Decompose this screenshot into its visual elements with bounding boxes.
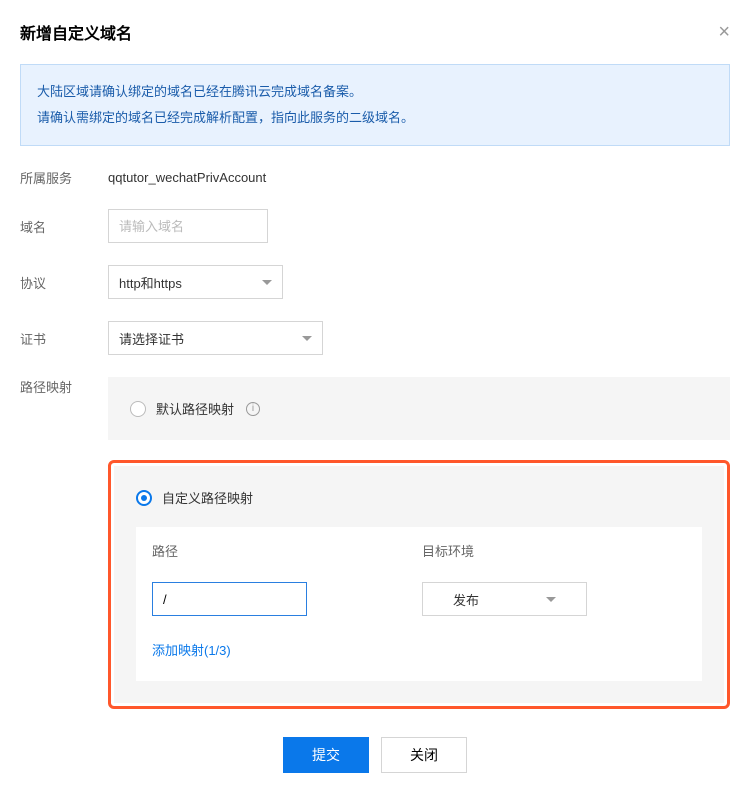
cert-select-value: 请选择证书 — [119, 329, 184, 348]
path-input[interactable] — [152, 582, 307, 616]
close-icon[interactable]: × — [718, 22, 730, 42]
protocol-select[interactable]: http和https — [108, 265, 283, 299]
label-path-mapping: 路径映射 — [20, 377, 108, 396]
mapping-table-head: 路径 目标环境 — [136, 527, 702, 574]
radio-default-label: 默认路径映射 — [156, 399, 234, 418]
chevron-down-icon — [302, 336, 312, 341]
notice-line-1: 大陆区域请确认绑定的域名已经在腾讯云完成域名备案。 — [37, 79, 713, 105]
col-env-header: 目标环境 — [422, 541, 686, 560]
mapping-table: 路径 目标环境 发布 — [136, 527, 702, 681]
label-cert: 证书 — [20, 329, 108, 348]
row-protocol: 协议 http和https — [20, 265, 730, 299]
add-mapping-row: 添加映射(1/3) — [136, 630, 702, 681]
col-path-header: 路径 — [152, 541, 422, 560]
protocol-select-value: http和https — [119, 273, 182, 292]
submit-button[interactable]: 提交 — [283, 737, 369, 773]
label-domain: 域名 — [20, 217, 108, 236]
label-service: 所属服务 — [20, 168, 108, 187]
radio-default-mapping[interactable] — [130, 401, 146, 417]
radio-custom-label: 自定义路径映射 — [162, 488, 253, 507]
dialog-title: 新增自定义域名 — [20, 20, 132, 44]
row-cert: 证书 请选择证书 — [20, 321, 730, 355]
dialog-footer: 提交 关闭 — [20, 737, 730, 773]
env-select[interactable]: 发布 — [422, 582, 587, 616]
close-button[interactable]: 关闭 — [381, 737, 467, 773]
chevron-down-icon — [262, 280, 272, 285]
value-service: qqtutor_wechatPrivAccount — [108, 170, 266, 185]
radio-custom-mapping[interactable] — [136, 490, 152, 506]
notice-line-2: 请确认需绑定的域名已经完成解析配置，指向此服务的二级域名。 — [37, 105, 713, 131]
default-mapping-radio-row[interactable]: 默认路径映射 i — [130, 399, 708, 418]
dialog-header: 新增自定义域名 × — [20, 20, 730, 44]
mapping-table-row: 发布 — [136, 574, 702, 630]
row-service: 所属服务 qqtutor_wechatPrivAccount — [20, 168, 730, 187]
dialog: 新增自定义域名 × 大陆区域请确认绑定的域名已经在腾讯云完成域名备案。 请确认需… — [0, 0, 750, 793]
env-select-value: 发布 — [453, 590, 546, 609]
notice-banner: 大陆区域请确认绑定的域名已经在腾讯云完成域名备案。 请确认需绑定的域名已经完成解… — [20, 64, 730, 146]
custom-mapping-radio-row[interactable]: 自定义路径映射 — [136, 488, 702, 507]
add-mapping-link[interactable]: 添加映射(1/3) — [152, 643, 231, 658]
row-path-mapping: 路径映射 默认路径映射 i 自定义路径映射 路径 — [20, 377, 730, 709]
custom-mapping-block: 自定义路径映射 路径 目标环境 — [114, 466, 724, 703]
chevron-down-icon — [546, 597, 556, 602]
label-protocol: 协议 — [20, 273, 108, 292]
info-icon[interactable]: i — [246, 402, 260, 416]
cert-select[interactable]: 请选择证书 — [108, 321, 323, 355]
row-domain: 域名 — [20, 209, 730, 243]
custom-mapping-highlight: 自定义路径映射 路径 目标环境 — [108, 460, 730, 709]
default-mapping-block: 默认路径映射 i — [108, 377, 730, 440]
domain-input[interactable] — [108, 209, 268, 243]
mapping-container: 默认路径映射 i 自定义路径映射 路径 目标环境 — [108, 377, 730, 709]
